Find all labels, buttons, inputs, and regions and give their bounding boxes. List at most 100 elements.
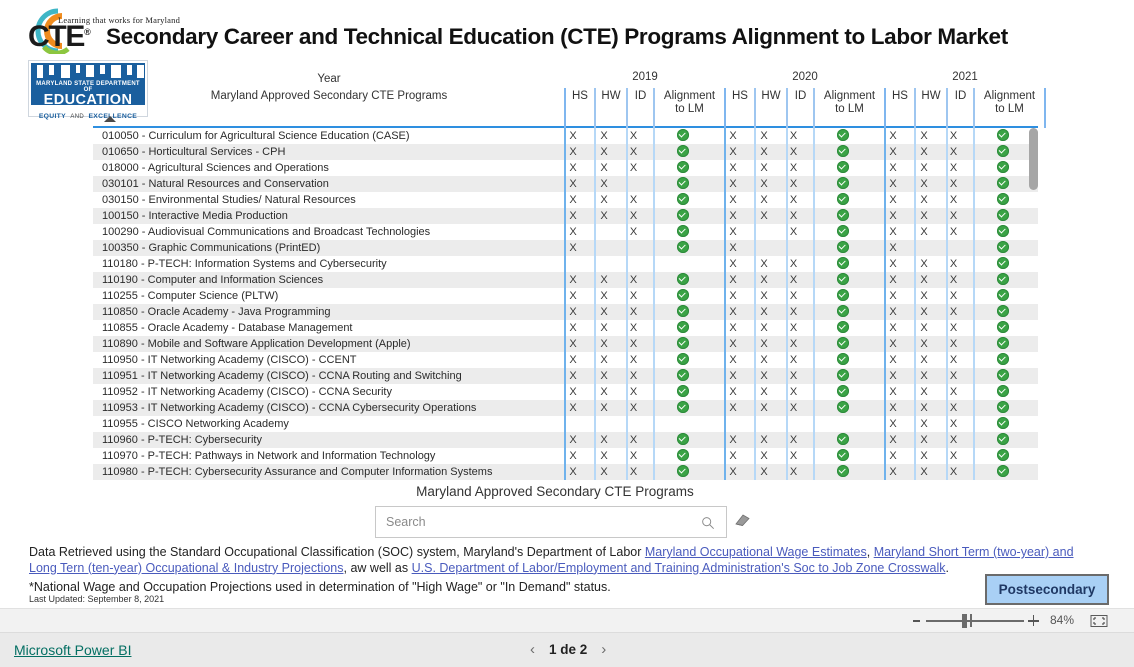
cell-2019-alignment-to-lm[interactable]: [647, 144, 718, 160]
cell-2021-hw[interactable]: X: [908, 352, 940, 368]
cell-2019-id[interactable]: X: [620, 304, 647, 320]
cell-2021-hw[interactable]: X: [908, 336, 940, 352]
cell-2020-hs[interactable]: X: [718, 432, 748, 448]
table-row[interactable]: 010050 - Curriculum for Agricultural Sci…: [93, 128, 1038, 144]
cell-2019-hw[interactable]: X: [588, 288, 620, 304]
cell-2020-hw[interactable]: X: [748, 160, 780, 176]
matrix-rows[interactable]: 010050 - Curriculum for Agricultural Sci…: [93, 128, 1038, 480]
cell-2021-alignment-to-lm[interactable]: [967, 144, 1038, 160]
cell-2019-hw[interactable]: X: [588, 192, 620, 208]
cell-2021-id[interactable]: X: [940, 144, 967, 160]
cell-2021-id[interactable]: X: [940, 192, 967, 208]
cell-2021-hs[interactable]: X: [878, 208, 908, 224]
cell-2021-hs[interactable]: X: [878, 224, 908, 240]
cell-2019-hw[interactable]: [588, 416, 620, 432]
matrix-column-header-hw[interactable]: HW: [755, 88, 787, 126]
cell-2020-hs[interactable]: X: [718, 256, 748, 272]
cell-2021-hs[interactable]: X: [878, 448, 908, 464]
cell-2019-hs[interactable]: X: [558, 128, 588, 144]
cell-2019-hs[interactable]: X: [558, 368, 588, 384]
table-row[interactable]: 110190 - Computer and Information Scienc…: [93, 272, 1038, 288]
cell-2019-alignment-to-lm[interactable]: [647, 432, 718, 448]
cell-2020-hs[interactable]: X: [718, 352, 748, 368]
cell-2021-id[interactable]: X: [940, 128, 967, 144]
chevron-left-icon[interactable]: ‹: [530, 641, 535, 658]
cell-2019-alignment-to-lm[interactable]: [647, 352, 718, 368]
cell-2019-hs[interactable]: X: [558, 272, 588, 288]
postsecondary-button[interactable]: Postsecondary: [985, 574, 1109, 605]
table-row[interactable]: 100290 - Audiovisual Communications and …: [93, 224, 1038, 240]
cell-2019-hw[interactable]: X: [588, 208, 620, 224]
table-row[interactable]: 110950 - IT Networking Academy (CISCO) -…: [93, 352, 1038, 368]
matrix-column-header-alignment[interactable]: Alignment to LM: [654, 88, 725, 126]
cell-2020-hs[interactable]: X: [718, 400, 748, 416]
cell-2021-id[interactable]: X: [940, 224, 967, 240]
cell-2020-hs[interactable]: X: [718, 464, 748, 480]
cell-2019-alignment-to-lm[interactable]: [647, 224, 718, 240]
cell-2019-hs[interactable]: X: [558, 144, 588, 160]
table-row[interactable]: 100150 - Interactive Media Production X X X…: [93, 208, 1038, 224]
cell-2020-hw[interactable]: X: [748, 256, 780, 272]
sort-ascending-icon[interactable]: [104, 116, 116, 122]
cell-2020-hw[interactable]: X: [748, 288, 780, 304]
program-name-cell[interactable]: 010050 - Curriculum for Agricultural Sci…: [93, 130, 558, 142]
cell-2019-id[interactable]: X: [620, 432, 647, 448]
cell-2020-id[interactable]: X: [780, 432, 807, 448]
cell-2019-id[interactable]: [620, 240, 647, 256]
cell-2020-hw[interactable]: X: [748, 432, 780, 448]
cell-2020-hw[interactable]: X: [748, 144, 780, 160]
table-row[interactable]: 110255 - Computer Science (PLTW) X X X X X X X X…: [93, 288, 1038, 304]
cell-2021-hw[interactable]: X: [908, 224, 940, 240]
program-name-cell[interactable]: 110255 - Computer Science (PLTW): [93, 290, 558, 302]
eraser-icon[interactable]: [733, 513, 751, 527]
cell-2021-hs[interactable]: X: [878, 144, 908, 160]
cell-2021-hs[interactable]: X: [878, 272, 908, 288]
cell-2021-hw[interactable]: X: [908, 208, 940, 224]
cell-2020-alignment-to-lm[interactable]: [807, 448, 878, 464]
cell-2021-alignment-to-lm[interactable]: [967, 160, 1038, 176]
cell-2020-hs[interactable]: X: [718, 240, 748, 256]
cell-2019-hs[interactable]: [558, 256, 588, 272]
table-row[interactable]: 110855 - Oracle Academy - Database Manag…: [93, 320, 1038, 336]
cell-2020-id[interactable]: X: [780, 176, 807, 192]
fit-to-page-icon[interactable]: [1090, 614, 1108, 628]
cell-2021-alignment-to-lm[interactable]: [967, 320, 1038, 336]
table-row[interactable]: 030101 - Natural Resources and Conservat…: [93, 176, 1038, 192]
table-row[interactable]: 110952 - IT Networking Academy (CISCO) -…: [93, 384, 1038, 400]
matrix-column-header-hw[interactable]: HW: [595, 88, 627, 126]
cell-2020-hw[interactable]: X: [748, 448, 780, 464]
cell-2021-id[interactable]: X: [940, 464, 967, 480]
cell-2021-alignment-to-lm[interactable]: [967, 448, 1038, 464]
cell-2020-alignment-to-lm[interactable]: [807, 352, 878, 368]
program-name-cell[interactable]: 030150 - Environmental Studies/ Natural …: [93, 194, 558, 206]
matrix-column-header-alignment[interactable]: Alignment to LM: [814, 88, 885, 126]
cell-2021-alignment-to-lm[interactable]: [967, 208, 1038, 224]
cell-2021-alignment-to-lm[interactable]: [967, 416, 1038, 432]
cell-2020-alignment-to-lm[interactable]: [807, 320, 878, 336]
cell-2020-id[interactable]: X: [780, 208, 807, 224]
cell-2019-hw[interactable]: X: [588, 176, 620, 192]
cell-2021-hw[interactable]: X: [908, 384, 940, 400]
cell-2021-alignment-to-lm[interactable]: [967, 352, 1038, 368]
matrix-column-header-hs[interactable]: HS: [885, 88, 915, 126]
matrix-scrollbar-thumb[interactable]: [1029, 128, 1038, 190]
cell-2020-alignment-to-lm[interactable]: [807, 432, 878, 448]
cell-2019-hw[interactable]: X: [588, 448, 620, 464]
cell-2019-hs[interactable]: X: [558, 384, 588, 400]
program-name-cell[interactable]: 110890 - Mobile and Software Application…: [93, 338, 558, 350]
cell-2021-alignment-to-lm[interactable]: [967, 288, 1038, 304]
cell-2021-hw[interactable]: X: [908, 192, 940, 208]
cell-2021-hs[interactable]: X: [878, 320, 908, 336]
cell-2021-hs[interactable]: X: [878, 128, 908, 144]
cell-2021-alignment-to-lm[interactable]: [967, 272, 1038, 288]
cell-2021-alignment-to-lm[interactable]: [967, 400, 1038, 416]
cell-2019-hw[interactable]: X: [588, 160, 620, 176]
cell-2021-hs[interactable]: X: [878, 160, 908, 176]
matrix-column-header-hs[interactable]: HS: [565, 88, 595, 126]
zoom-slider-track[interactable]: [926, 620, 1024, 622]
cell-2019-alignment-to-lm[interactable]: [647, 304, 718, 320]
cell-2019-id[interactable]: X: [620, 320, 647, 336]
cell-2021-id[interactable]: X: [940, 176, 967, 192]
cell-2019-hs[interactable]: X: [558, 192, 588, 208]
cell-2019-hw[interactable]: [588, 256, 620, 272]
